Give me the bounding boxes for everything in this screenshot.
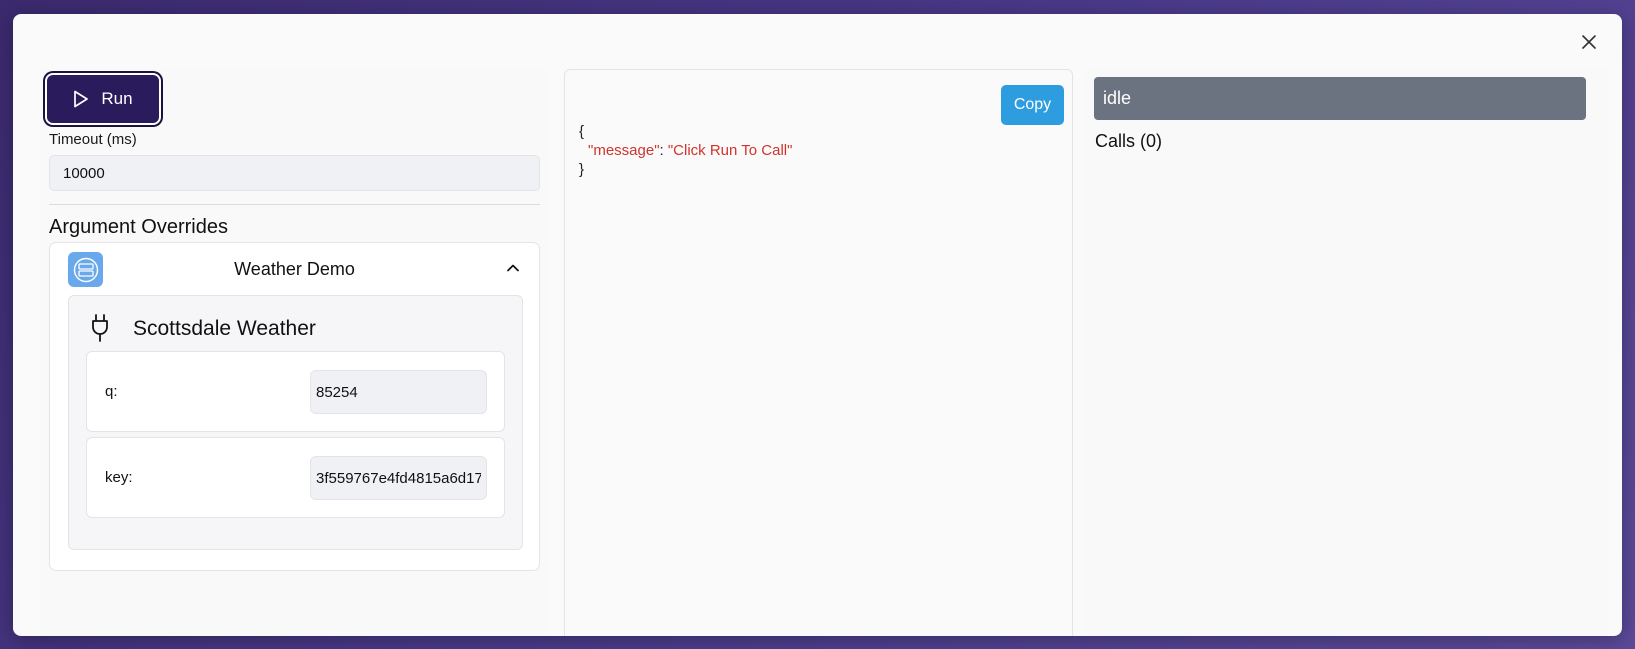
run-button-label: Run [101, 89, 133, 108]
response-panel: Copy { "message": "Click Run To Call" } [564, 69, 1073, 636]
modal-dialog: Run Timeout (ms) Argument Overrides Weat… [13, 14, 1622, 636]
json-key: "message" [588, 142, 660, 159]
play-icon [74, 90, 89, 108]
json-line: "message": "Click Run To Call" [579, 141, 792, 160]
json-close-brace: } [579, 161, 585, 178]
tool-name: Scottsdale Weather [133, 317, 316, 340]
status-bar: idle [1094, 77, 1586, 120]
close-button[interactable] [1578, 31, 1600, 53]
calls-count-label: Calls (0) [1095, 131, 1163, 151]
param-q-input[interactable] [310, 370, 487, 414]
argument-overrides-title: Argument Overrides [49, 216, 228, 238]
collapse-toggle[interactable] [505, 260, 521, 276]
close-icon [1582, 35, 1596, 49]
plug-icon [92, 314, 108, 342]
copy-button[interactable]: Copy [1001, 85, 1064, 125]
param-row: q: [86, 351, 505, 432]
param-label: q: [105, 383, 118, 400]
config-panel: Run Timeout (ms) Argument Overrides Weat… [39, 69, 546, 636]
divider [49, 204, 540, 205]
timeout-input[interactable] [49, 155, 540, 191]
param-row: key: [86, 437, 505, 518]
json-value: "Click Run To Call" [667, 142, 793, 159]
timeout-label: Timeout (ms) [49, 131, 137, 148]
param-key-input[interactable] [310, 456, 487, 500]
app-override-card: Weather Demo Scottsdale Weather q: key: [49, 242, 540, 571]
run-button[interactable]: Run [47, 75, 159, 123]
json-open-brace: { [579, 123, 585, 140]
json-output[interactable]: { "message": "Click Run To Call" } [579, 122, 792, 179]
chevron-up-icon [507, 264, 519, 272]
json-colon: : [659, 142, 668, 159]
calls-panel: idle Calls (0) [1086, 69, 1608, 636]
param-label: key: [105, 469, 133, 486]
tool-card: Scottsdale Weather q: key: [68, 295, 523, 550]
app-name: Weather Demo [234, 259, 355, 279]
